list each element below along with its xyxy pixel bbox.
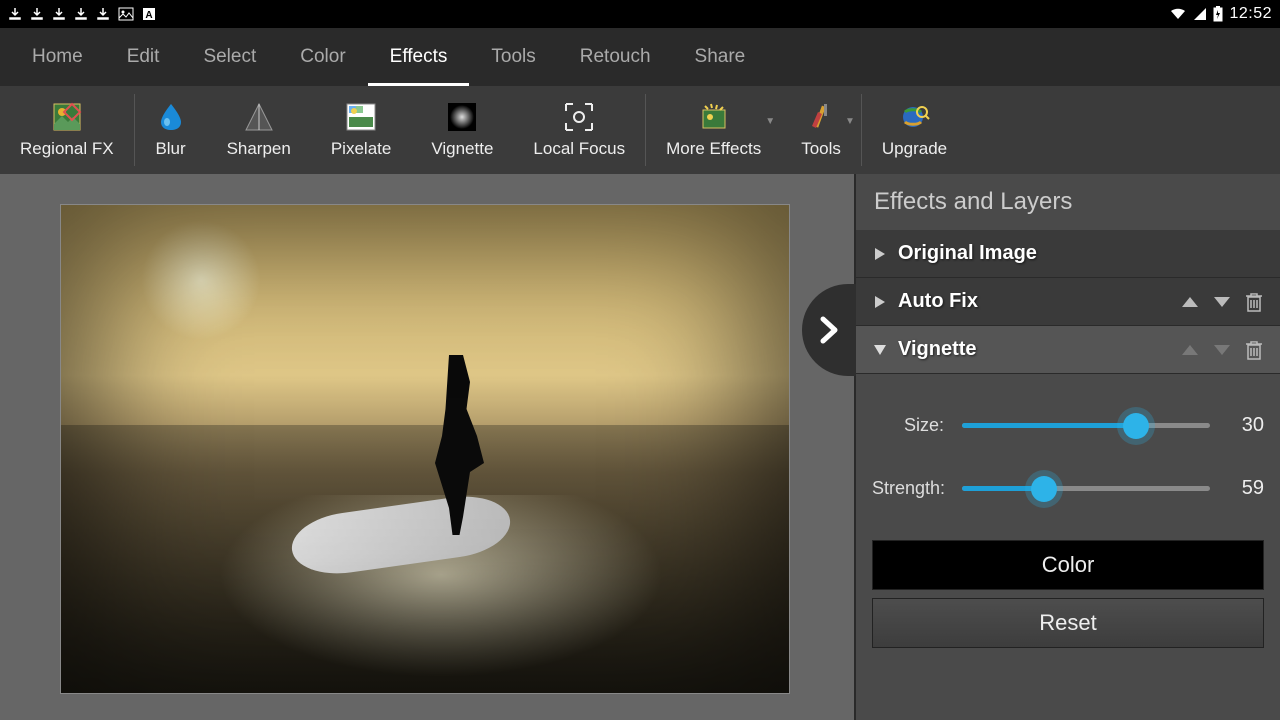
download-icon [8,7,22,21]
blur-icon [155,101,187,133]
size-value: 30 [1220,414,1264,437]
battery-icon [1213,6,1223,22]
menu-bar: Home Edit Select Color Effects Tools Ret… [0,28,1280,86]
menu-tools[interactable]: Tools [469,28,557,86]
toolbar: Regional FX Blur Sharpen Pixelate Vignet… [0,86,1280,174]
svg-text:A: A [145,10,152,21]
vignette-controls: Size: 30 Strength: 59 [856,374,1280,666]
strength-slider[interactable] [952,486,1220,491]
more-effects-icon [698,101,730,133]
download-icon [74,7,88,21]
tool-local-focus[interactable]: Local Focus [513,86,645,174]
layer-label: Original Image [892,242,1268,265]
wifi-icon [1169,7,1187,21]
menu-color[interactable]: Color [278,28,367,86]
tool-label: Local Focus [533,139,625,159]
upgrade-icon [899,101,931,133]
image-icon [118,7,134,21]
size-label: Size: [872,415,952,436]
local-focus-icon [563,101,595,133]
tool-pixelate[interactable]: Pixelate [311,86,411,174]
pixelate-icon [345,101,377,133]
delete-icon[interactable] [1240,336,1268,364]
collapse-icon[interactable] [868,343,892,357]
tool-upgrade[interactable]: Upgrade [862,86,967,174]
menu-effects[interactable]: Effects [368,28,470,86]
download-icon [96,7,110,21]
tool-vignette[interactable]: Vignette [411,86,513,174]
slider-thumb[interactable] [1031,476,1057,502]
tool-label: Regional FX [20,139,114,159]
strength-slider-row: Strength: 59 [872,477,1264,500]
tool-label: More Effects [666,139,761,159]
download-icon [52,7,66,21]
move-down-icon [1208,336,1236,364]
move-up-icon[interactable] [1176,288,1204,316]
menu-edit[interactable]: Edit [105,28,182,86]
chevron-down-icon: ▼ [765,116,775,127]
layer-label: Vignette [892,338,1172,361]
size-slider[interactable] [952,423,1220,428]
tool-label: Tools [801,139,841,159]
chevron-down-icon: ▼ [845,116,855,127]
tools-icon [805,101,837,133]
main-area: Effects and Layers Original Image Auto F… [0,174,1280,720]
regional-fx-icon [51,101,83,133]
layer-auto-fix[interactable]: Auto Fix [856,278,1280,326]
delete-icon[interactable] [1240,288,1268,316]
status-clock: 12:52 [1229,5,1272,23]
status-right: 12:52 [1169,5,1272,23]
sharpen-icon [243,101,275,133]
vignette-icon [446,101,478,133]
tool-label: Pixelate [331,139,391,159]
move-up-icon [1176,336,1204,364]
layer-label: Auto Fix [892,290,1172,313]
size-slider-row: Size: 30 [872,414,1264,437]
tool-blur[interactable]: Blur [135,86,207,174]
chevron-right-icon [817,315,841,345]
move-down-icon[interactable] [1208,288,1236,316]
effects-panel: Effects and Layers Original Image Auto F… [854,174,1280,720]
layer-vignette[interactable]: Vignette [856,326,1280,374]
menu-home[interactable]: Home [10,28,105,86]
menu-retouch[interactable]: Retouch [558,28,673,86]
menu-share[interactable]: Share [673,28,768,86]
tool-regional-fx[interactable]: Regional FX [0,86,134,174]
canvas-area [0,174,854,720]
tool-label: Upgrade [882,139,947,159]
status-bar: A 12:52 [0,0,1280,28]
text-icon: A [142,7,156,21]
tool-label: Vignette [431,139,493,159]
tool-label: Sharpen [227,139,291,159]
layer-original-image[interactable]: Original Image [856,230,1280,278]
panel-title: Effects and Layers [856,174,1280,230]
strength-label: Strength: [872,478,952,499]
color-button[interactable]: Color [872,540,1264,590]
download-icon [30,7,44,21]
tool-more-effects[interactable]: More Effects ▼ [646,86,781,174]
reset-button[interactable]: Reset [872,598,1264,648]
tool-label: Blur [155,139,185,159]
menu-select[interactable]: Select [181,28,278,86]
signal-icon [1193,7,1207,21]
strength-value: 59 [1220,477,1264,500]
tool-sharpen[interactable]: Sharpen [207,86,311,174]
tool-tools[interactable]: Tools ▼ [781,86,861,174]
expand-icon[interactable] [868,246,892,262]
edited-image[interactable] [60,204,790,694]
expand-icon[interactable] [868,294,892,310]
status-left: A [8,7,156,21]
slider-thumb[interactable] [1123,413,1149,439]
